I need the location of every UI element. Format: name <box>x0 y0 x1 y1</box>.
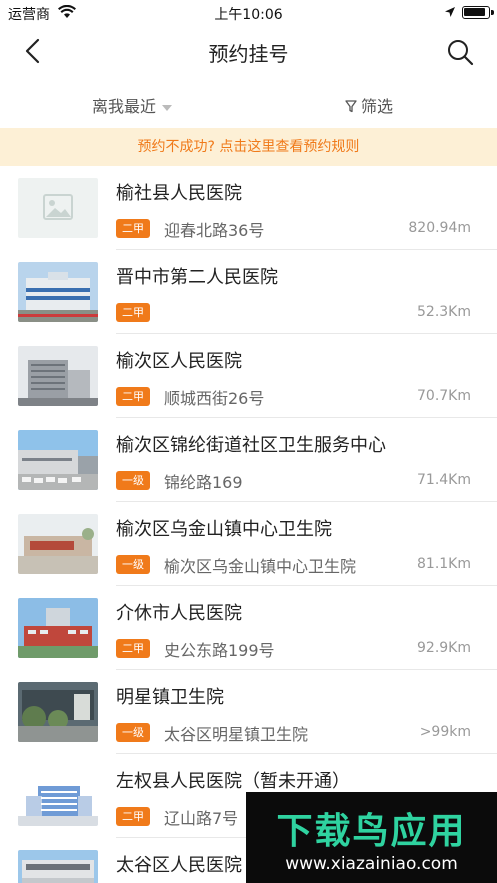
grade-badge: 一级 <box>116 471 150 490</box>
hospital-photo <box>18 430 98 490</box>
hospital-distance: 820.94m <box>408 220 471 236</box>
hospital-distance: 92.9Km <box>417 640 471 656</box>
hospital-image-placeholder <box>18 178 98 238</box>
watermark-logo: 下载鸟应用 www.xiazainiao.com <box>246 792 497 883</box>
hospital-name: 榆次区锦纶街道社区卫生服务中心 <box>116 435 386 456</box>
location-arrow-icon <box>445 7 455 17</box>
grade-badge: 二甲 <box>116 219 150 238</box>
hospital-item[interactable]: 明星镇卫生院 一级 太谷区明星镇卫生院 >99km <box>0 670 497 754</box>
hospital-item[interactable]: 晋中市第二人民医院 二甲 52.3Km <box>0 250 497 334</box>
hospital-address: 辽山路7号 <box>164 809 239 828</box>
hospital-photo <box>18 850 98 883</box>
hospital-name: 介休市人民医院 <box>116 603 242 624</box>
hospital-name: 明星镇卫生院 <box>116 687 224 708</box>
hospital-name: 榆次区人民医院 <box>116 351 242 372</box>
grade-badge: 二甲 <box>116 807 150 826</box>
battery-icon <box>462 6 494 19</box>
watermark-title: 下载鸟应用 <box>276 811 467 852</box>
filter-bar: 离我最近 筛选 <box>0 76 497 128</box>
hospital-name: 榆社县人民医院 <box>116 183 242 204</box>
hospital-photo <box>18 346 98 406</box>
hospital-address: 榆次区乌金山镇中心卫生院 <box>164 557 357 576</box>
hospital-item[interactable]: 介休市人民医院 二甲 史公东路199号 92.9Km <box>0 586 497 670</box>
caret-down-icon <box>162 104 173 111</box>
hospital-item[interactable]: 榆社县人民医院 二甲 迎春北路36号 820.94m <box>0 166 497 250</box>
hospital-photo <box>18 514 98 574</box>
hospital-address: 史公东路199号 <box>164 641 275 660</box>
nav-bar: 预约挂号 <box>0 26 497 76</box>
hospital-address: 锦纶路169 <box>164 473 243 492</box>
hospital-distance: >99km <box>419 724 471 740</box>
watermark-url: www.xiazainiao.com <box>285 854 458 874</box>
filter-button[interactable]: 筛选 <box>345 93 393 117</box>
funnel-icon <box>345 100 357 113</box>
hospital-name: 晋中市第二人民医院 <box>116 267 278 288</box>
clock: 上午10:06 <box>214 7 283 23</box>
grade-badge: 一级 <box>116 555 150 574</box>
hospital-distance: 81.1Km <box>417 556 471 572</box>
sort-dropdown[interactable]: 离我最近 <box>92 93 173 117</box>
status-bar: 运营商 上午10:06 <box>0 0 497 26</box>
hospital-photo <box>18 682 98 742</box>
hospital-name: 太谷区人民医院 <box>116 855 242 876</box>
hospital-item[interactable]: 榆次区锦纶街道社区卫生服务中心 一级 锦纶路169 71.4Km <box>0 418 497 502</box>
grade-badge: 二甲 <box>116 387 150 406</box>
hospital-address: 顺城西街26号 <box>164 389 265 408</box>
page-title: 预约挂号 <box>208 42 289 66</box>
hospital-photo <box>18 766 98 826</box>
hospital-photo <box>18 262 98 322</box>
hospital-address: 太谷区明星镇卫生院 <box>164 725 309 744</box>
hospital-distance: 52.3Km <box>417 304 471 320</box>
grade-badge: 二甲 <box>116 303 150 322</box>
search-icon[interactable] <box>446 38 474 66</box>
booking-rules-notice[interactable]: 预约不成功? 点击这里查看预约规则 <box>0 128 497 166</box>
hospital-item[interactable]: 榆次区人民医院 二甲 顺城西街26号 70.7Km <box>0 334 497 418</box>
sort-label: 离我最近 <box>92 97 157 116</box>
hospital-list: 榆社县人民医院 二甲 迎春北路36号 820.94m 晋中市第二人民医院 二甲 … <box>0 166 497 883</box>
filter-label: 筛选 <box>361 97 394 116</box>
hospital-distance: 71.4Km <box>417 472 471 488</box>
image-placeholder-icon <box>43 194 73 220</box>
hospital-address: 迎春北路36号 <box>164 221 265 240</box>
hospital-name: 榆次区乌金山镇中心卫生院 <box>116 519 332 540</box>
grade-badge: 一级 <box>116 723 150 742</box>
grade-badge: 二甲 <box>116 639 150 658</box>
hospital-photo <box>18 598 98 658</box>
hospital-name: 左权县人民医院（暂未开通） <box>116 771 350 792</box>
hospital-item[interactable]: 榆次区乌金山镇中心卫生院 一级 榆次区乌金山镇中心卫生院 81.1Km <box>0 502 497 586</box>
hospital-distance: 70.7Km <box>417 388 471 404</box>
